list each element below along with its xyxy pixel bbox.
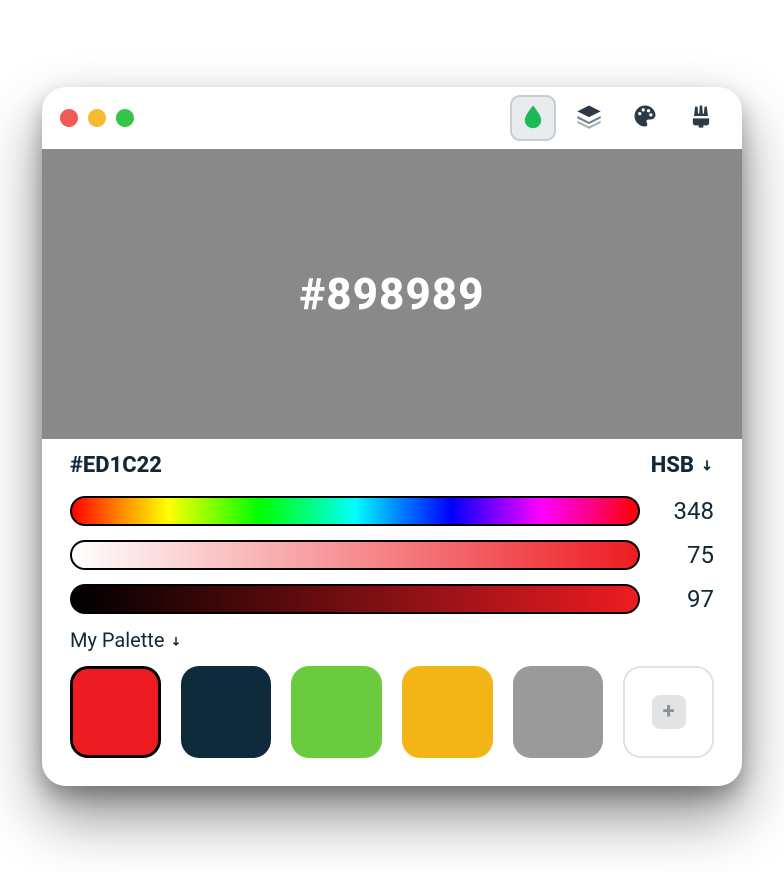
layers-tab[interactable] xyxy=(566,95,612,141)
minimize-window-button[interactable] xyxy=(88,109,106,127)
traffic-lights xyxy=(60,109,134,127)
preview-hex-label: #898989 xyxy=(299,268,484,320)
titlebar xyxy=(42,87,742,149)
controls-panel: #ED1C22 HSB 348 75 97 My Palette xyxy=(42,439,742,786)
layers-icon xyxy=(575,102,603,134)
palette-swatch-1[interactable] xyxy=(181,666,272,758)
saturation-slider[interactable] xyxy=(70,540,640,570)
hue-value: 348 xyxy=(660,497,714,525)
palette-row: + xyxy=(70,666,714,758)
brush-icon xyxy=(687,102,715,134)
brush-tab[interactable] xyxy=(678,95,724,141)
palette-swatch-4[interactable] xyxy=(513,666,604,758)
brightness-value: 97 xyxy=(660,585,714,613)
app-window: #898989 #ED1C22 HSB 348 75 97 My Palette xyxy=(42,87,742,786)
palette-swatch-3[interactable] xyxy=(402,666,493,758)
color-picker-tab[interactable] xyxy=(510,95,556,141)
color-preview[interactable]: #898989 xyxy=(42,149,742,439)
hue-slider[interactable] xyxy=(70,496,640,526)
add-swatch-button[interactable]: + xyxy=(623,666,714,758)
plus-icon: + xyxy=(652,695,686,729)
palette-tab[interactable] xyxy=(622,95,668,141)
chevron-down-icon xyxy=(170,628,182,652)
palette-title: My Palette xyxy=(70,628,164,652)
color-mode-label: HSB xyxy=(651,453,694,478)
hex-value[interactable]: #ED1C22 xyxy=(70,453,162,478)
palette-selector[interactable]: My Palette xyxy=(70,628,714,652)
palette-icon xyxy=(631,102,659,134)
palette-swatch-2[interactable] xyxy=(291,666,382,758)
saturation-value: 75 xyxy=(660,541,714,569)
brightness-slider[interactable] xyxy=(70,584,640,614)
close-window-button[interactable] xyxy=(60,109,78,127)
color-mode-selector[interactable]: HSB xyxy=(651,453,714,478)
palette-swatch-0[interactable] xyxy=(70,666,161,758)
drop-icon xyxy=(519,102,547,134)
zoom-window-button[interactable] xyxy=(116,109,134,127)
chevron-down-icon xyxy=(700,453,714,478)
